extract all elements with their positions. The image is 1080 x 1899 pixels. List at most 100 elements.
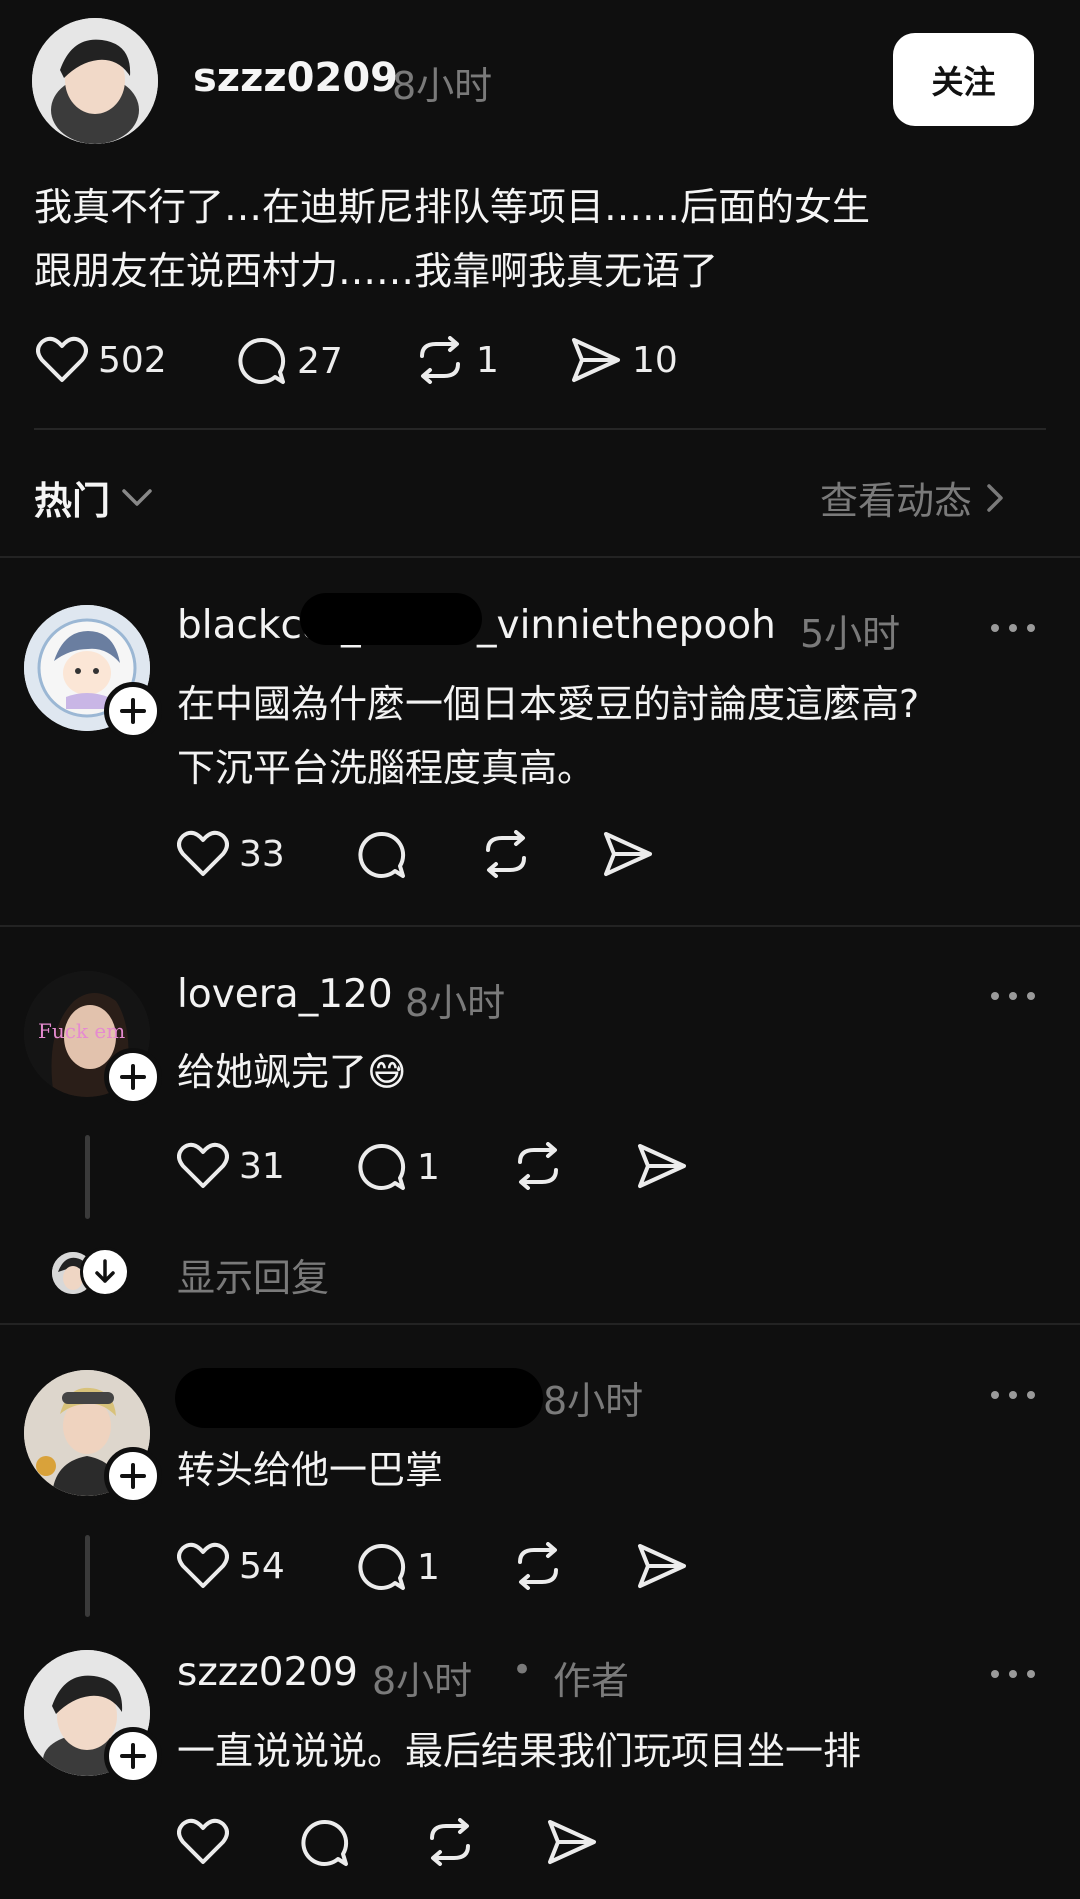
- plus-icon: [120, 1064, 146, 1090]
- post-comment-count: 27: [297, 340, 343, 382]
- add-follow-button[interactable]: [104, 1727, 162, 1785]
- post-text-line-1: 我真不行了…在迪斯尼排队等项目……后面的女生: [34, 185, 871, 229]
- comment-share-button[interactable]: [602, 830, 654, 878]
- comment-divider: [0, 925, 1080, 927]
- more-options-button[interactable]: [991, 986, 1035, 1006]
- comment-like-count: 54: [239, 1545, 285, 1587]
- comment-reply-button[interactable]: [357, 830, 407, 880]
- thread-line: [85, 1135, 90, 1219]
- comment-text-line-2: 下沉平台洗腦程度真高。: [177, 746, 596, 790]
- comment-like-button[interactable]: [177, 1818, 229, 1866]
- add-follow-button[interactable]: [104, 682, 162, 740]
- post-repost-count: 1: [476, 339, 499, 381]
- comment-text: 一直说说说。最后结果我们玩项目坐一排: [177, 1729, 862, 1773]
- comment-like-button[interactable]: 54: [177, 1542, 285, 1590]
- repost-icon: [512, 1142, 564, 1190]
- comment-like-count: 33: [239, 833, 285, 875]
- comment-author-name[interactable]: lovera_120: [177, 972, 393, 1017]
- send-icon: [546, 1818, 598, 1866]
- chevron-right-icon: [986, 483, 1004, 513]
- comment-share-button[interactable]: [636, 1142, 688, 1190]
- follow-button[interactable]: 关注: [893, 33, 1034, 126]
- comment-author-name[interactable]: blackcat_ _vinniethepooh: [177, 603, 797, 653]
- comment-share-button[interactable]: [546, 1818, 598, 1866]
- comment-like-button[interactable]: 31: [177, 1142, 285, 1190]
- comment-icon: [357, 830, 407, 880]
- plus-icon: [120, 1743, 146, 1769]
- comment-like-count: 31: [239, 1145, 285, 1187]
- heart-icon: [177, 830, 229, 878]
- post-like-button[interactable]: 502: [36, 336, 167, 384]
- author-name-suffix: _vinniethepooh: [477, 603, 776, 648]
- post-text-line-2: 跟朋友在说西村力……我靠啊我真无语了: [34, 249, 719, 293]
- send-icon: [570, 336, 622, 384]
- add-follow-button[interactable]: [104, 1048, 162, 1106]
- post-comment-button[interactable]: 27: [237, 336, 343, 386]
- repost-icon: [512, 1542, 564, 1590]
- comment-like-button[interactable]: 33: [177, 830, 285, 878]
- heart-icon: [177, 1542, 229, 1590]
- comment-text: 转头给他一巴掌: [177, 1448, 444, 1492]
- comment-text-line-1: 在中國為什麼一個日本愛豆的討論度這麼高?: [177, 682, 920, 726]
- heart-icon: [36, 336, 88, 384]
- send-icon: [636, 1142, 688, 1190]
- comment-reply-button[interactable]: 1: [357, 1542, 440, 1592]
- plus-icon: [120, 1463, 146, 1489]
- comment-repost-button[interactable]: [512, 1542, 564, 1590]
- avatar-overlay-text: Fuck em: [38, 1019, 126, 1043]
- comment-repost-button[interactable]: [424, 1818, 476, 1866]
- comment-reply-button[interactable]: [300, 1818, 350, 1868]
- comment-icon: [300, 1818, 350, 1868]
- thread-line: [85, 1535, 90, 1617]
- comment-reply-button[interactable]: 1: [357, 1142, 440, 1192]
- heart-icon: [177, 1818, 229, 1866]
- comment-author-name[interactable]: szzz0209: [177, 1650, 358, 1695]
- comment-repost-button[interactable]: [512, 1142, 564, 1190]
- comment-text: 给她飒完了😅: [177, 1050, 407, 1094]
- comment-time: 5小时: [800, 612, 901, 656]
- sort-dropdown[interactable]: 热门: [34, 470, 154, 525]
- add-follow-button[interactable]: [104, 1447, 162, 1505]
- show-replies-button[interactable]: 显示回复: [50, 1245, 450, 1300]
- comment-time: 8小时: [372, 1659, 473, 1703]
- post-author-avatar[interactable]: [32, 18, 158, 144]
- sort-label: 热门: [34, 479, 111, 523]
- section-divider: [0, 556, 1080, 558]
- more-options-button[interactable]: [991, 1385, 1035, 1405]
- comment-reply-count: 1: [417, 1546, 440, 1588]
- repost-icon: [414, 336, 466, 384]
- post-author-name[interactable]: szzz0209: [193, 55, 398, 101]
- comment-time: 8小时: [543, 1379, 644, 1423]
- view-activity-link[interactable]: 查看动态: [820, 470, 1004, 525]
- more-options-button[interactable]: [991, 618, 1035, 638]
- plus-icon: [120, 698, 146, 724]
- send-icon: [636, 1542, 688, 1590]
- comment-repost-button[interactable]: [480, 830, 532, 878]
- follow-button-label: 关注: [931, 62, 996, 101]
- comment-icon: [357, 1542, 407, 1592]
- send-icon: [602, 830, 654, 878]
- author-badge: 作者: [553, 1659, 630, 1703]
- repost-icon: [424, 1818, 476, 1866]
- post-time: 8小时: [392, 64, 493, 108]
- comment-share-button[interactable]: [636, 1542, 688, 1590]
- post-share-button[interactable]: 10: [570, 336, 678, 384]
- comment-icon: [357, 1142, 407, 1192]
- post-like-count: 502: [98, 339, 167, 381]
- post-share-count: 10: [632, 339, 678, 381]
- view-activity-label: 查看动态: [820, 479, 973, 523]
- comment-icon: [237, 336, 287, 386]
- redaction-mark: [300, 593, 482, 645]
- comment-reply-count: 1: [417, 1146, 440, 1188]
- show-replies-label: 显示回复: [177, 1256, 330, 1300]
- post-divider: [34, 428, 1046, 430]
- post-repost-button[interactable]: 1: [414, 336, 499, 384]
- separator-dot: •: [512, 1650, 533, 1690]
- chevron-down-icon: [120, 487, 154, 509]
- redacted-author-name[interactable]: [175, 1368, 543, 1428]
- more-options-button[interactable]: [991, 1664, 1035, 1684]
- repost-icon: [480, 830, 532, 878]
- comment-time: 8小时: [405, 981, 506, 1025]
- comment-divider: [0, 1323, 1080, 1325]
- arrow-down-circle-icon: [80, 1247, 130, 1297]
